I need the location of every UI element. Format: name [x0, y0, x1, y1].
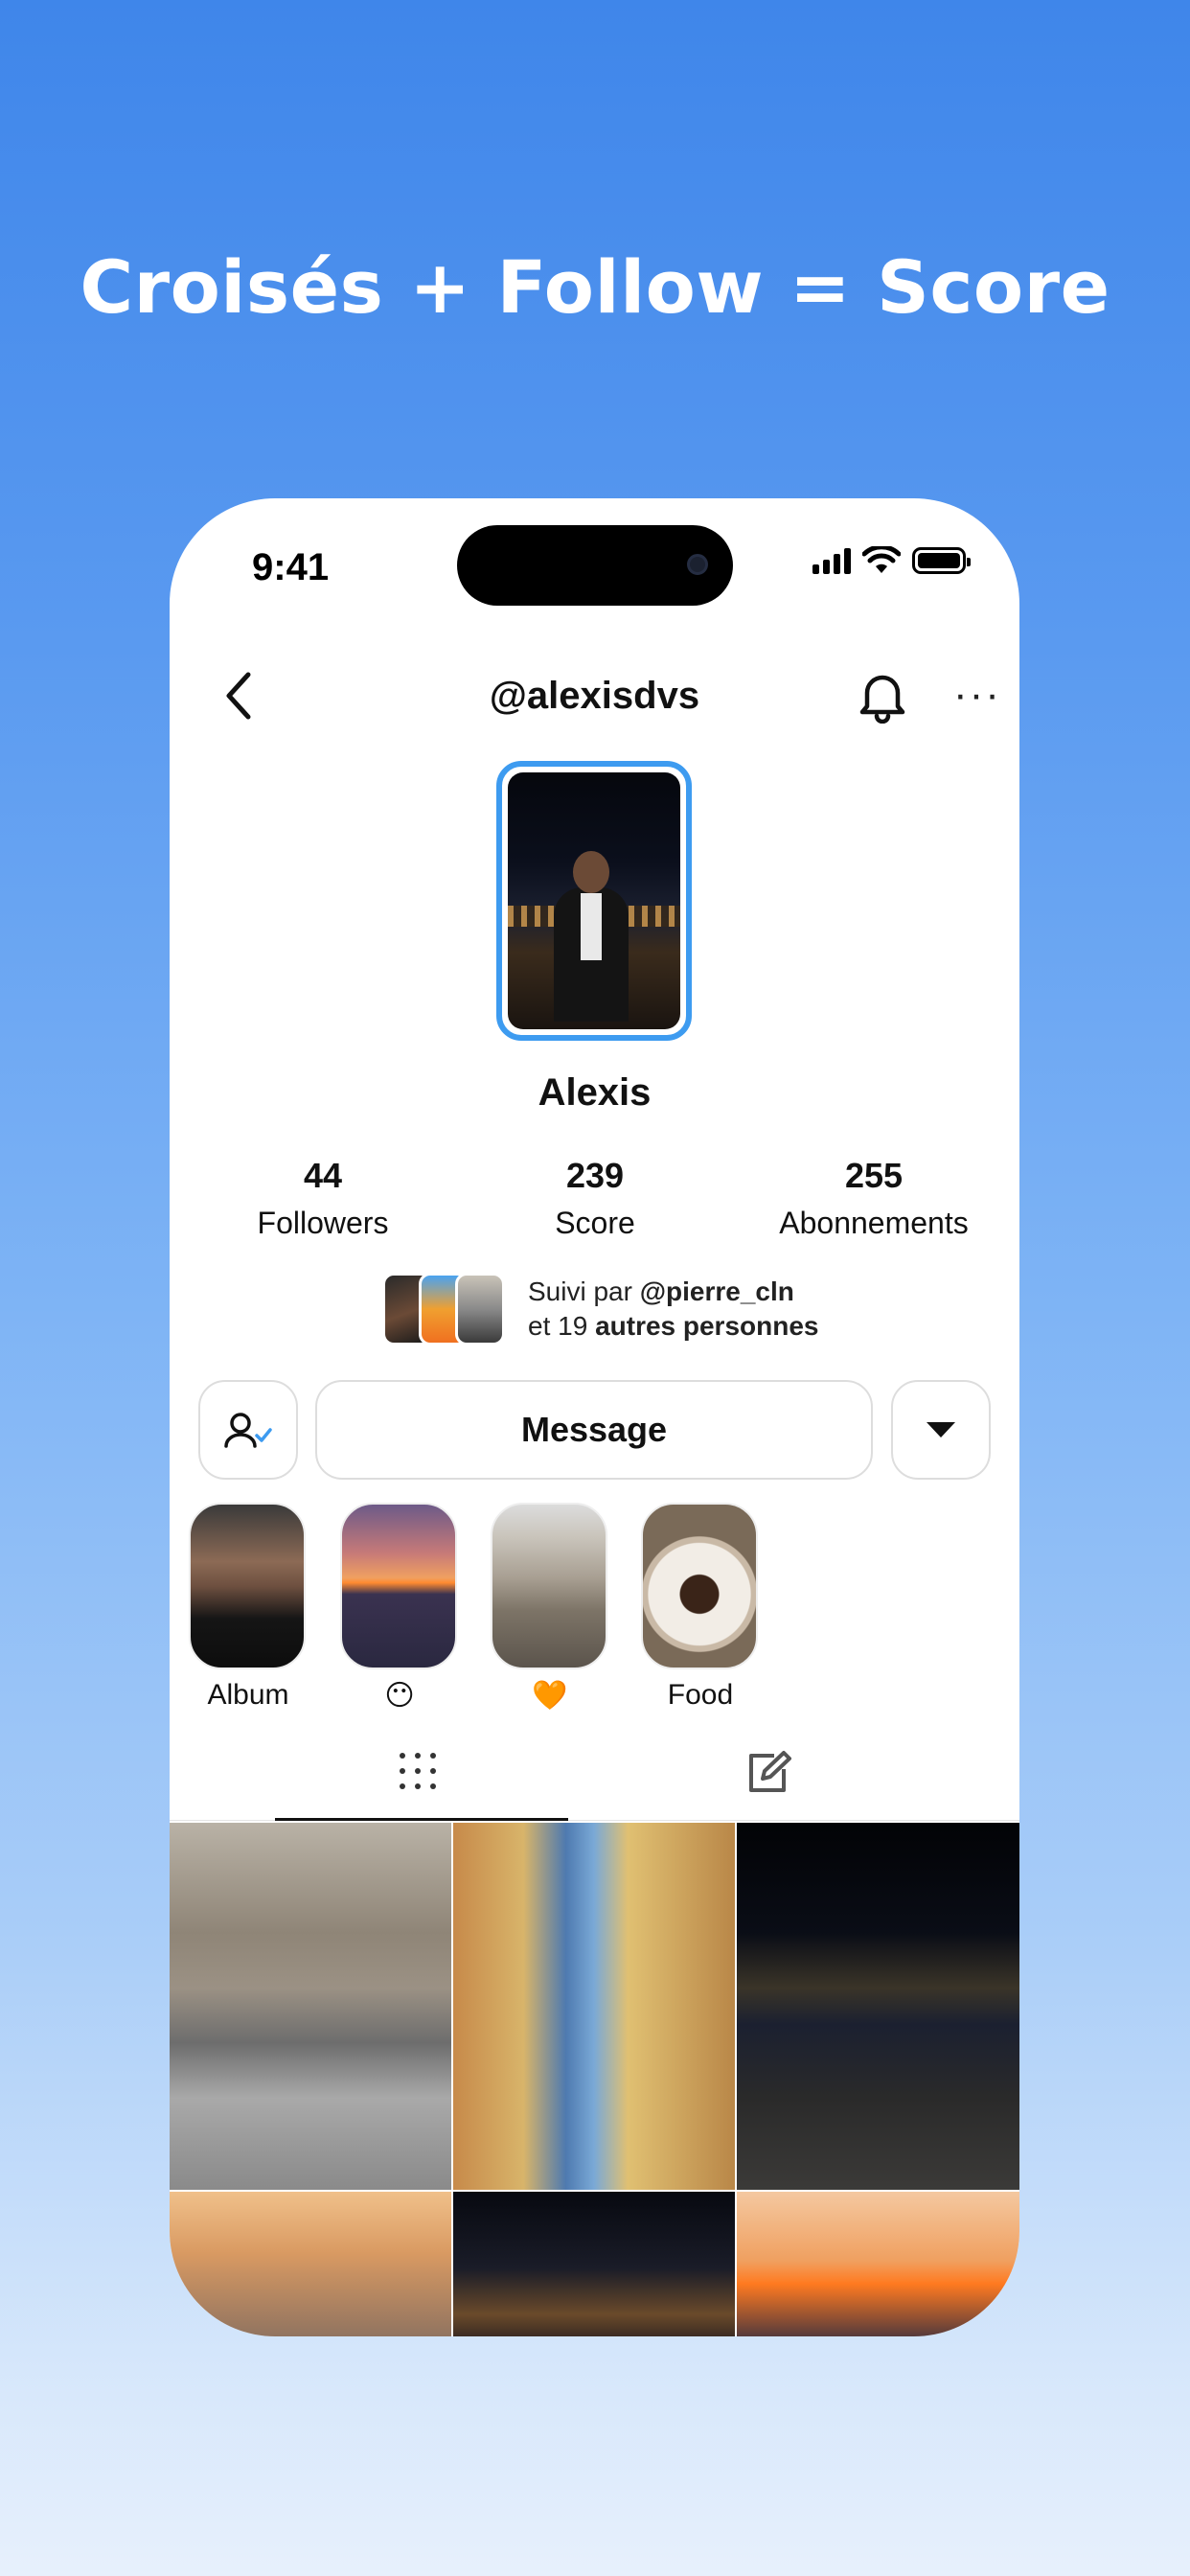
profile-display-name: Alexis	[538, 1071, 652, 1114]
highlight-thumb	[189, 1503, 306, 1669]
following-button[interactable]	[198, 1380, 298, 1480]
followed-user[interactable]: @pierre_cln	[640, 1276, 794, 1306]
battery-icon	[912, 547, 971, 574]
followed-others[interactable]: autres personnes	[595, 1311, 818, 1341]
highlight-sunset[interactable]: 😶	[340, 1503, 459, 1713]
phone-screen: 9:41 @alexisdvs ··· Alexis 44 Followers …	[170, 498, 1019, 2336]
caret-down-icon	[927, 1422, 955, 1438]
user-check-icon	[224, 1413, 272, 1448]
followed-and: et 19	[528, 1311, 588, 1341]
stat-value: 44	[303, 1156, 343, 1195]
headline: Croisés + Follow = Score	[80, 244, 1110, 330]
grid-photo[interactable]	[737, 1823, 1019, 2190]
bell-icon[interactable]	[856, 668, 909, 724]
followed-by[interactable]: Suivi par @pierre_cln et 19 autres perso…	[382, 1273, 818, 1346]
highlight-food[interactable]: Food	[641, 1503, 760, 1712]
highlight-paris[interactable]: 🧡	[491, 1503, 609, 1713]
stat-followers[interactable]: 44 Followers	[237, 1156, 409, 1241]
stat-label: Followers	[257, 1206, 389, 1240]
stat-value: 255	[844, 1156, 904, 1195]
camera-icon	[687, 554, 708, 575]
status-icons	[812, 546, 971, 575]
highlight-album[interactable]: Album	[189, 1503, 308, 1712]
grid-icon[interactable]	[397, 1750, 439, 1792]
dynamic-island	[457, 525, 733, 606]
signal-icon	[812, 547, 851, 574]
grid-photo[interactable]	[170, 1823, 451, 2190]
grid-photo[interactable]	[170, 2192, 451, 2336]
edit-icon[interactable]	[745, 1750, 791, 1794]
mutual-avatars	[382, 1273, 513, 1346]
profile-avatar[interactable]	[496, 761, 692, 1041]
message-button[interactable]: Message	[315, 1380, 873, 1480]
grid-photo[interactable]	[453, 1823, 735, 2190]
stat-abonnements[interactable]: 255 Abonnements	[766, 1156, 982, 1241]
wifi-icon	[862, 546, 901, 573]
photo-grid	[170, 1823, 1019, 2336]
highlight-caption: 😶	[384, 1680, 415, 1712]
stat-label: Score	[555, 1206, 635, 1240]
status-time: 9:41	[252, 546, 330, 588]
followed-prefix: Suivi par	[528, 1276, 632, 1306]
active-tab-indicator	[275, 1818, 568, 1821]
highlight-thumb	[340, 1503, 457, 1669]
stat-value: 239	[565, 1156, 625, 1195]
highlight-caption: Album	[207, 1679, 289, 1711]
highlight-caption: Food	[667, 1679, 734, 1711]
grid-photo[interactable]	[453, 2192, 735, 2336]
dropdown-button[interactable]	[891, 1380, 991, 1480]
highlight-caption: 🧡	[532, 1680, 568, 1712]
highlight-thumb	[491, 1503, 607, 1669]
more-options-icon[interactable]: ···	[953, 671, 1001, 719]
highlight-thumb	[641, 1503, 758, 1669]
stat-score[interactable]: 239 Score	[509, 1156, 681, 1241]
stat-label: Abonnements	[779, 1206, 969, 1240]
grid-photo[interactable]	[737, 2192, 1019, 2336]
